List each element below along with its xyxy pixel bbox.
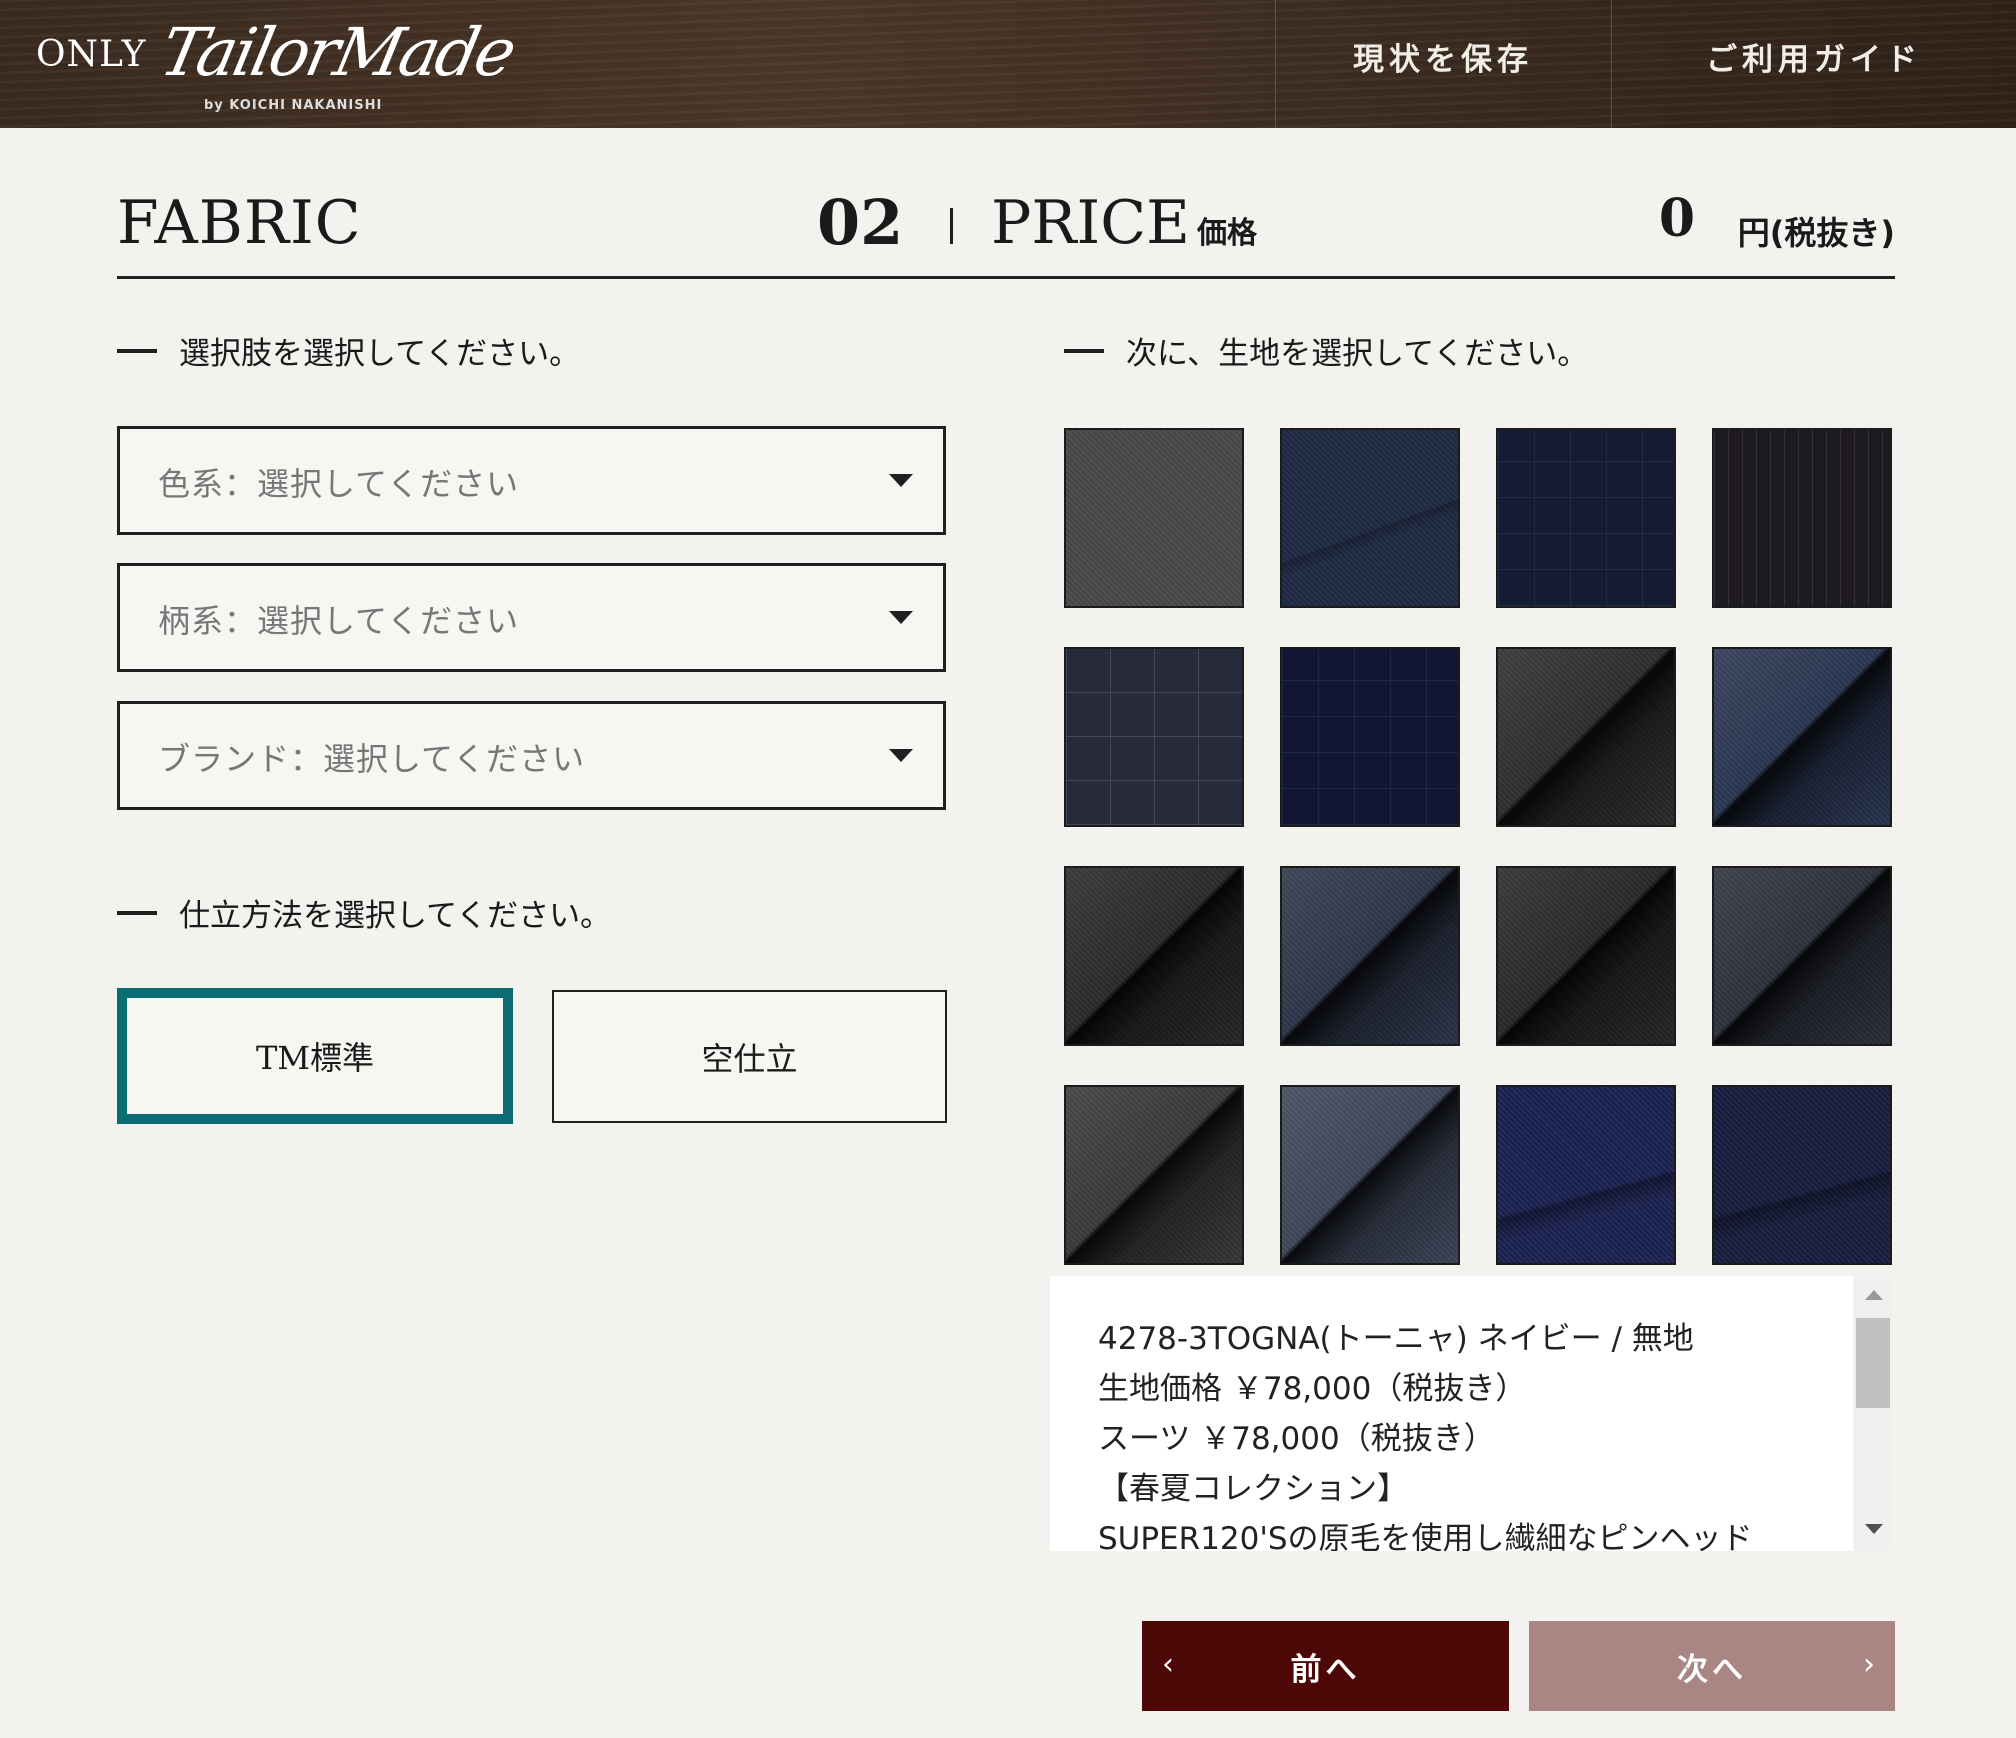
description-line: スーツ ￥78,000（税抜き） [1098,1421,1495,1457]
description-scrollbar[interactable] [1854,1276,1892,1551]
step-title-bar: FABRIC 02 PRICE 価格 0 円(税抜き) [117,180,1895,279]
fabric-heading-text: 次に、生地を選択してください。 [1126,336,1589,372]
fabric-swatch[interactable] [1712,1085,1892,1265]
fabric-swatch[interactable] [1280,866,1460,1046]
fabric-description-box[interactable]: 4278-3TOGNA(トーニャ) ネイビー / 無地 生地価格 ￥78,000… [1050,1276,1853,1551]
title-separator [950,208,953,244]
save-state-button[interactable]: 現状を保存 [1276,0,1610,112]
description-line: 生地価格 ￥78,000（税抜き） [1098,1371,1527,1407]
brand-select-placeholder: ブランド：選択してください [158,740,586,778]
price-label-jp: 価格 [1197,216,1257,251]
description-line: SUPER120'Sの原毛を使用し繊細なピンヘッド [1098,1521,1753,1551]
fabric-swatch[interactable] [1064,866,1244,1046]
site-logo[interactable]: ONLY TailorMade by KOICHI NAKANISHI [34,14,520,118]
description-line: 【春夏コレクション】 [1098,1471,1408,1507]
tailoring-option-tm-standard[interactable]: TM標準 [117,988,513,1124]
fabric-swatch[interactable] [1712,428,1892,608]
description-line: 4278-3TOGNA(トーニャ) ネイビー / 無地 [1098,1321,1694,1357]
tailoring-heading: 仕立方法を選択してください。 [117,890,611,935]
scrollbar-thumb[interactable] [1856,1318,1890,1408]
color-select[interactable]: 色系：選択してください [117,426,946,535]
color-select-placeholder: 色系：選択してください [158,465,520,503]
brand-select[interactable]: ブランド：選択してください [117,701,946,810]
scroll-up-arrow-icon[interactable] [1865,1290,1883,1300]
step-number: 02 [817,186,904,259]
logo-script-text: TailorMade [153,14,521,91]
fabric-swatch[interactable] [1064,647,1244,827]
tailoring-heading-text: 仕立方法を選択してください。 [179,898,612,934]
fabric-swatch[interactable] [1712,647,1892,827]
chevron-right-icon: › [1863,1647,1875,1682]
fabric-swatch[interactable] [1712,866,1892,1046]
caret-down-icon [889,749,913,762]
fabric-swatch[interactable] [1280,428,1460,608]
prev-button[interactable]: ‹ 前へ [1142,1621,1509,1711]
pattern-select-placeholder: 柄系：選択してください [158,602,520,640]
scroll-down-arrow-icon[interactable] [1865,1524,1883,1534]
tailoring-option-unlined[interactable]: 空仕立 [552,990,947,1123]
section-title: FABRIC [117,188,362,258]
fabric-heading: 次に、生地を選択してください。 [1064,328,1588,373]
site-header: ONLY TailorMade by KOICHI NAKANISHI 現状を保… [0,0,2016,128]
heading-dash [1064,348,1104,353]
fabric-swatch[interactable] [1496,866,1676,1046]
chevron-left-icon: ‹ [1162,1647,1174,1682]
next-button-label: 次へ [1677,1651,1747,1688]
pattern-select[interactable]: 柄系：選択してください [117,563,946,672]
logo-byline: by KOICHI NAKANISHI [204,98,383,113]
heading-dash [117,910,157,915]
fabric-swatch[interactable] [1496,647,1676,827]
logo-only-text: ONLY [36,34,147,75]
caret-down-icon [889,611,913,624]
price-amount: 0 [1658,188,1695,249]
fabric-swatch[interactable] [1064,1085,1244,1265]
fabric-swatch[interactable] [1496,428,1676,608]
fabric-swatch[interactable] [1280,647,1460,827]
next-button[interactable]: 次へ › [1529,1621,1895,1711]
price-label: PRICE [991,188,1190,258]
price-unit: 円(税抜き) [1737,214,1895,252]
prev-button-label: 前へ [1290,1651,1361,1688]
caret-down-icon [889,474,913,487]
filter-heading: 選択肢を選択してください。 [117,328,580,373]
usage-guide-link[interactable]: ご利用ガイド [1612,0,2016,112]
fabric-swatch[interactable] [1280,1085,1460,1265]
heading-dash [117,348,157,353]
fabric-swatch[interactable] [1064,428,1244,608]
fabric-swatch[interactable] [1496,1085,1676,1265]
filter-heading-text: 選択肢を選択してください。 [179,336,581,372]
